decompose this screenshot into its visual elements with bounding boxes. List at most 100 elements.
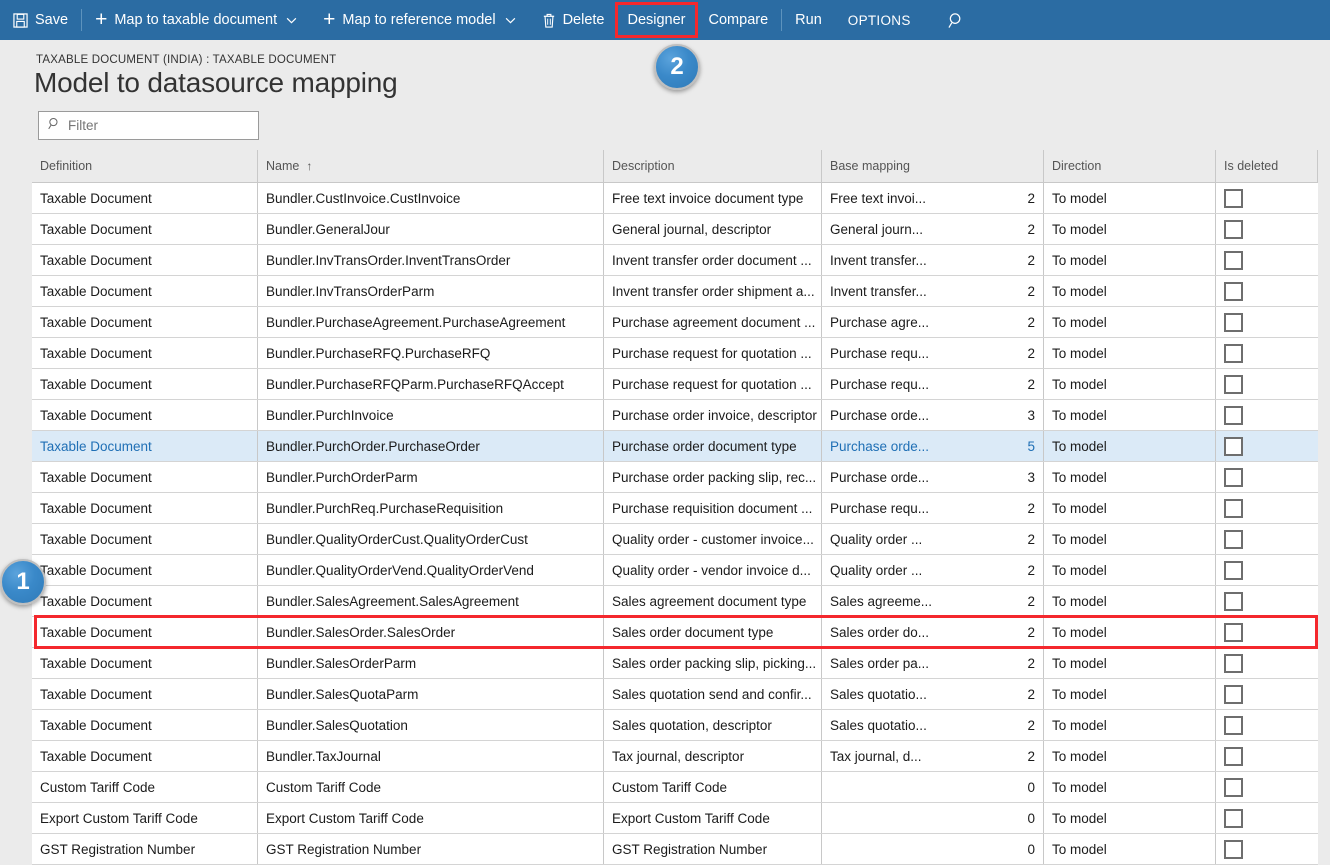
cell-direction[interactable]: To model	[1044, 400, 1216, 430]
cell-base-mapping[interactable]: 0	[822, 834, 1044, 864]
cell-is-deleted[interactable]	[1216, 524, 1318, 554]
cell-definition[interactable]: Taxable Document	[32, 586, 258, 616]
is-deleted-checkbox[interactable]	[1224, 591, 1243, 611]
cell-is-deleted[interactable]	[1216, 617, 1318, 647]
is-deleted-checkbox[interactable]	[1224, 560, 1243, 580]
cell-name[interactable]: Bundler.PurchOrderParm	[258, 462, 604, 492]
cell-definition[interactable]: Taxable Document	[32, 245, 258, 275]
cell-direction[interactable]: To model	[1044, 834, 1216, 864]
table-row[interactable]: Taxable Document Bundler.PurchInvoice Purc…	[32, 400, 1318, 431]
cell-name[interactable]: GST Registration Number	[258, 834, 604, 864]
cell-is-deleted[interactable]	[1216, 586, 1318, 616]
cell-name[interactable]: Bundler.QualityOrderVend.QualityOrderVen…	[258, 555, 604, 585]
table-row[interactable]: Taxable Document Bundler.SalesAgreement.S…	[32, 586, 1318, 617]
cell-direction[interactable]: To model	[1044, 803, 1216, 833]
column-header-description[interactable]: Description	[604, 150, 822, 182]
cell-base-mapping[interactable]: Sales quotatio... 2	[822, 679, 1044, 709]
cell-definition[interactable]: Taxable Document	[32, 369, 258, 399]
cell-description[interactable]: Purchase request for quotation ...	[604, 338, 822, 368]
cell-direction[interactable]: To model	[1044, 524, 1216, 554]
cell-description[interactable]: Invent transfer order document ...	[604, 245, 822, 275]
cell-base-mapping[interactable]: Sales order pa... 2	[822, 648, 1044, 678]
is-deleted-checkbox[interactable]	[1224, 684, 1243, 704]
cell-base-mapping[interactable]: Purchase orde... 3	[822, 400, 1044, 430]
is-deleted-checkbox[interactable]	[1224, 312, 1243, 332]
cell-definition[interactable]: Taxable Document	[32, 400, 258, 430]
table-row[interactable]: Taxable Document Bundler.TaxJournal Tax jo…	[32, 741, 1318, 772]
cell-description[interactable]: Purchase request for quotation ...	[604, 369, 822, 399]
table-row[interactable]: Export Custom Tariff Code Export Custom T…	[32, 803, 1318, 834]
cell-description[interactable]: Purchase order packing slip, rec...	[604, 462, 822, 492]
cell-is-deleted[interactable]	[1216, 245, 1318, 275]
table-row[interactable]: Taxable Document Bundler.PurchOrder.Purch…	[32, 431, 1318, 462]
cell-base-mapping[interactable]: Quality order ... 2	[822, 555, 1044, 585]
cell-is-deleted[interactable]	[1216, 307, 1318, 337]
cell-name[interactable]: Bundler.SalesOrder.SalesOrder	[258, 617, 604, 647]
cell-description[interactable]: Invent transfer order shipment a...	[604, 276, 822, 306]
cell-definition[interactable]: Taxable Document	[32, 214, 258, 244]
is-deleted-checkbox[interactable]	[1224, 777, 1243, 797]
cell-is-deleted[interactable]	[1216, 679, 1318, 709]
cell-definition[interactable]: Export Custom Tariff Code	[32, 803, 258, 833]
is-deleted-checkbox[interactable]	[1224, 839, 1243, 859]
cell-description[interactable]: General journal, descriptor	[604, 214, 822, 244]
cell-is-deleted[interactable]	[1216, 741, 1318, 771]
cell-direction[interactable]: To model	[1044, 586, 1216, 616]
column-header-name[interactable]: Name ↑	[258, 150, 604, 182]
cell-base-mapping[interactable]: Sales quotatio... 2	[822, 710, 1044, 740]
cell-name[interactable]: Bundler.InvTransOrder.InventTransOrder	[258, 245, 604, 275]
cell-name[interactable]: Bundler.SalesQuotation	[258, 710, 604, 740]
cell-description[interactable]: Sales order document type	[604, 617, 822, 647]
cell-base-mapping[interactable]: Free text invoi... 2	[822, 183, 1044, 213]
cell-base-mapping[interactable]: Purchase agre... 2	[822, 307, 1044, 337]
cell-direction[interactable]: To model	[1044, 431, 1216, 461]
table-row[interactable]: Taxable Document Bundler.GeneralJour Gener…	[32, 214, 1318, 245]
cell-base-mapping[interactable]: Purchase requ... 2	[822, 493, 1044, 523]
table-row[interactable]: Taxable Document Bundler.SalesOrderParm Sa…	[32, 648, 1318, 679]
table-row[interactable]: Taxable Document Bundler.PurchOrderParm Pu…	[32, 462, 1318, 493]
cell-description[interactable]: Sales quotation send and confir...	[604, 679, 822, 709]
cell-direction[interactable]: To model	[1044, 493, 1216, 523]
cell-name[interactable]: Bundler.GeneralJour	[258, 214, 604, 244]
is-deleted-checkbox[interactable]	[1224, 653, 1243, 673]
cell-base-mapping[interactable]: Purchase requ... 2	[822, 338, 1044, 368]
table-row[interactable]: Taxable Document Bundler.SalesOrder.Sales…	[32, 617, 1318, 648]
compare-button[interactable]: Compare	[696, 0, 782, 40]
cell-description[interactable]: Sales quotation, descriptor	[604, 710, 822, 740]
column-header-direction[interactable]: Direction	[1044, 150, 1216, 182]
cell-base-mapping[interactable]: Quality order ... 2	[822, 524, 1044, 554]
cell-name[interactable]: Bundler.CustInvoice.CustInvoice	[258, 183, 604, 213]
cell-direction[interactable]: To model	[1044, 679, 1216, 709]
table-row[interactable]: Taxable Document Bundler.SalesQuotation Sa…	[32, 710, 1318, 741]
cell-is-deleted[interactable]	[1216, 772, 1318, 802]
cell-base-mapping[interactable]: General journ... 2	[822, 214, 1044, 244]
cell-name[interactable]: Bundler.PurchOrder.PurchaseOrder	[258, 431, 604, 461]
is-deleted-checkbox[interactable]	[1224, 250, 1243, 270]
cell-is-deleted[interactable]	[1216, 648, 1318, 678]
table-row[interactable]: Taxable Document Bundler.InvTransOrder.In…	[32, 245, 1318, 276]
table-row[interactable]: Taxable Document Bundler.SalesQuotaParm Sa…	[32, 679, 1318, 710]
cell-is-deleted[interactable]	[1216, 462, 1318, 492]
cell-direction[interactable]: To model	[1044, 369, 1216, 399]
cell-base-mapping[interactable]: Sales order do... 2	[822, 617, 1044, 647]
is-deleted-checkbox[interactable]	[1224, 746, 1243, 766]
is-deleted-checkbox[interactable]	[1224, 188, 1243, 208]
cell-is-deleted[interactable]	[1216, 183, 1318, 213]
cell-description[interactable]: Purchase order invoice, descriptor	[604, 400, 822, 430]
is-deleted-checkbox[interactable]	[1224, 374, 1243, 394]
cell-description[interactable]: Quality order - vendor invoice d...	[604, 555, 822, 585]
cell-base-mapping[interactable]: Tax journal, d... 2	[822, 741, 1044, 771]
cell-definition[interactable]: Taxable Document	[32, 493, 258, 523]
cell-base-mapping[interactable]: 0	[822, 803, 1044, 833]
is-deleted-checkbox[interactable]	[1224, 529, 1243, 549]
map-to-taxable-document-button[interactable]: + Map to taxable document	[82, 0, 310, 40]
is-deleted-checkbox[interactable]	[1224, 219, 1243, 239]
column-header-definition[interactable]: Definition	[32, 150, 258, 182]
cell-name[interactable]: Bundler.PurchaseRFQ.PurchaseRFQ	[258, 338, 604, 368]
cell-description[interactable]: Tax journal, descriptor	[604, 741, 822, 771]
is-deleted-checkbox[interactable]	[1224, 436, 1243, 456]
cell-is-deleted[interactable]	[1216, 710, 1318, 740]
cell-is-deleted[interactable]	[1216, 431, 1318, 461]
cell-direction[interactable]: To model	[1044, 617, 1216, 647]
column-header-is-deleted[interactable]: Is deleted	[1216, 150, 1318, 182]
